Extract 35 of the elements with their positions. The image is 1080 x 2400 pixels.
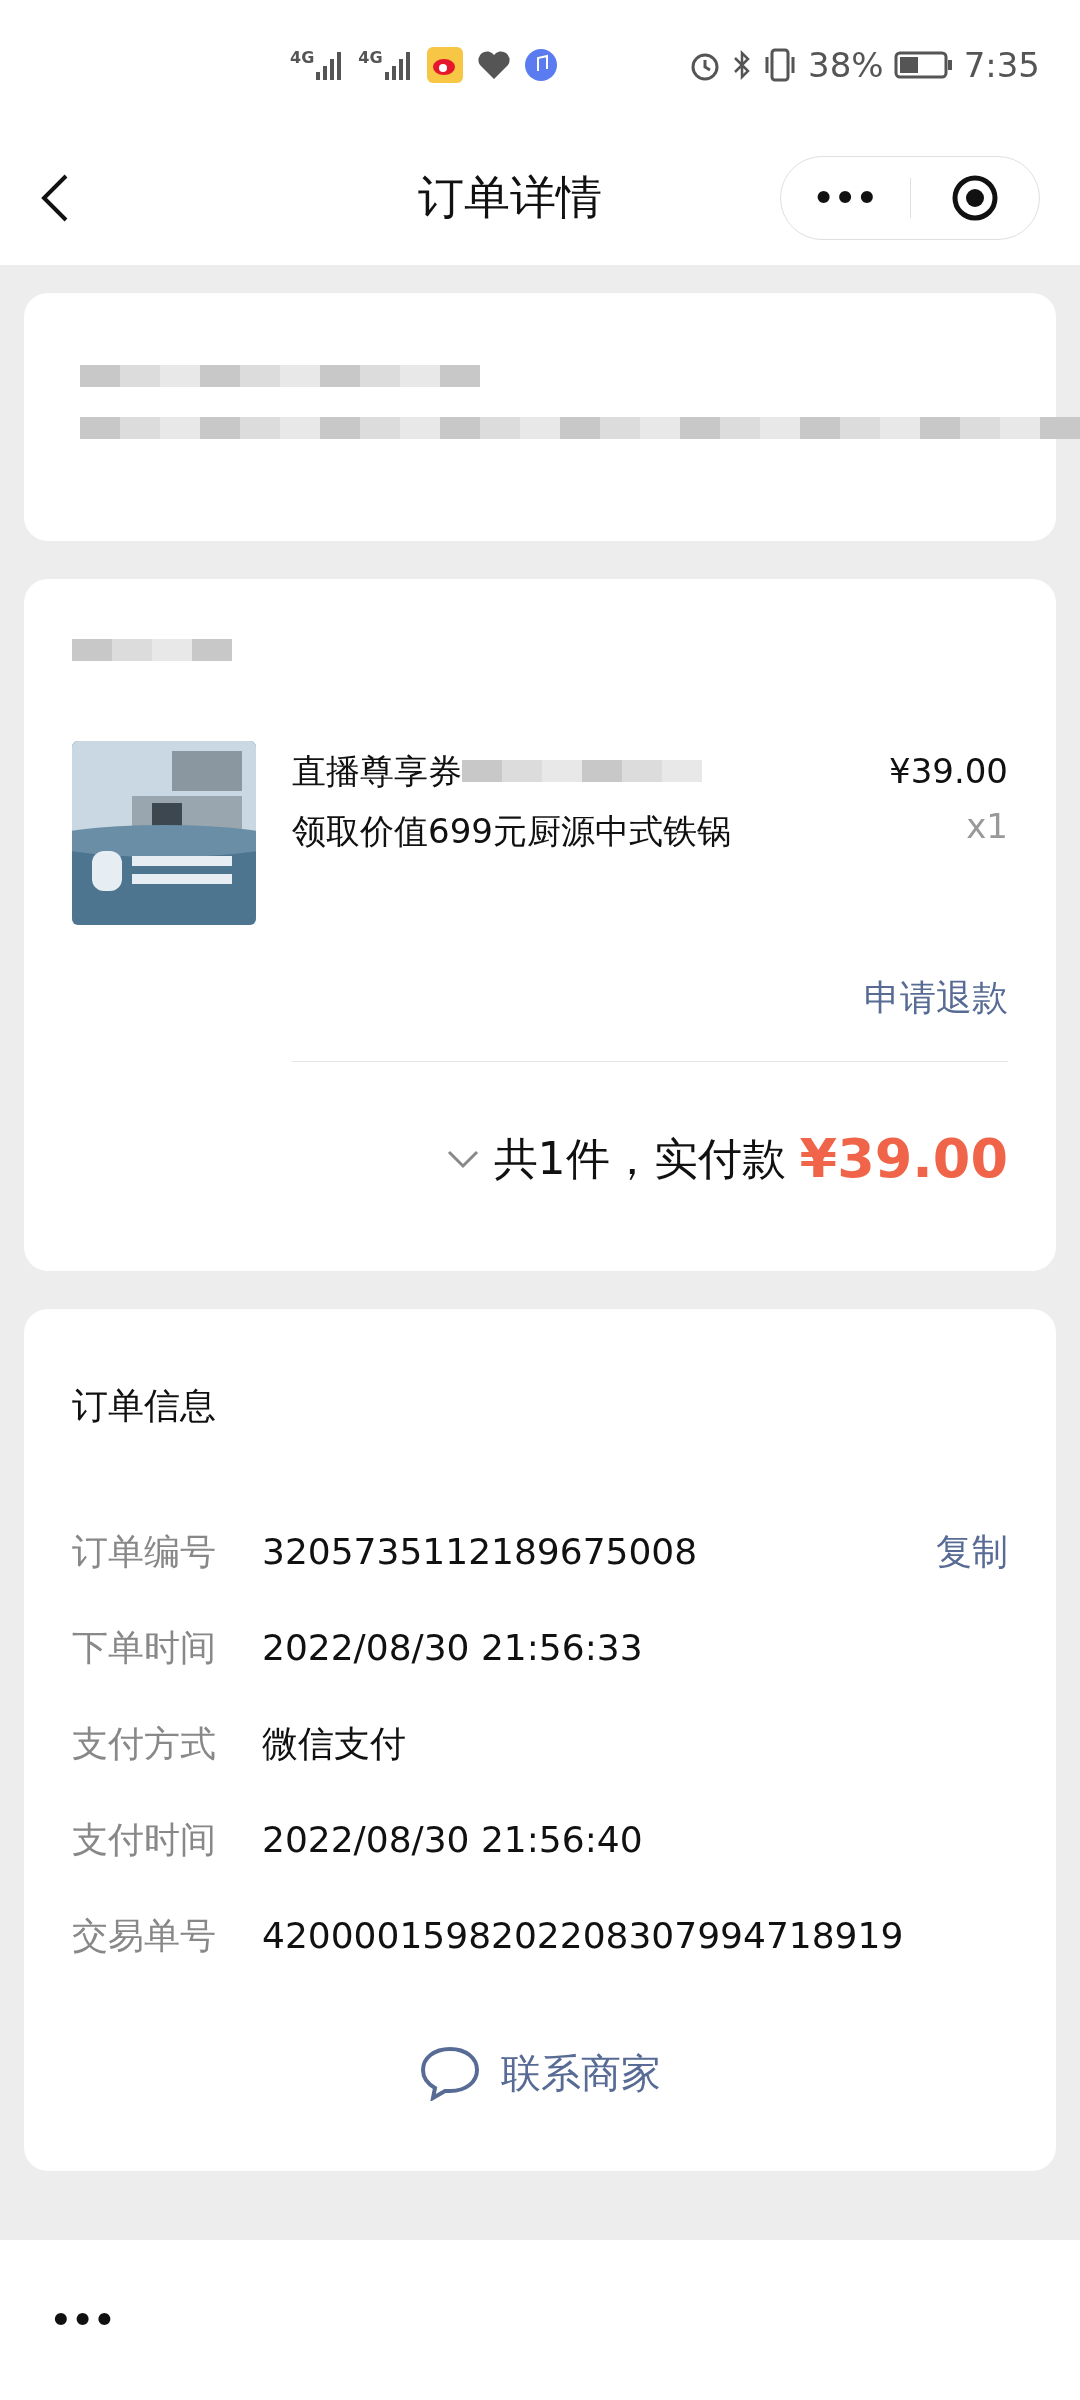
unit-price: ¥39.00 [889,750,1008,793]
product-title: 直播尊享券 [292,750,462,793]
battery-percent: 38% [808,43,884,87]
more-button[interactable]: ••• [781,180,910,215]
field-label: 交易单号 [72,1914,217,1958]
field-value: 2022/08/30 21:56:33 [262,1626,644,1670]
battery-icon [893,50,954,80]
chat-bubble-icon [419,2045,481,2101]
field-value: 4200001598202208307994718919 [262,1914,905,1958]
quantity: x1 [966,805,1008,848]
signal-icon [384,50,413,80]
heart-icon [476,50,511,80]
product-title: 领取价值699元厨源中式铁锅 [292,810,732,853]
back-icon[interactable] [40,172,70,223]
field-value: 微信支付 [262,1722,407,1766]
order-summary: 共1件，实付款 [493,1131,786,1186]
field-label: 订单编号 [72,1530,217,1574]
section-title: 订单信息 [72,1384,217,1428]
network-label: 4G [290,50,315,66]
close-target-icon[interactable] [950,173,999,222]
network-label: 4G [358,50,383,66]
field-label: 支付时间 [72,1818,217,1862]
refund-link[interactable]: 申请退款 [864,971,1008,1025]
contact-merchant-button[interactable]: 联系商家 [419,2043,661,2103]
more-button[interactable]: ••• [50,2294,116,2346]
chevron-down-icon[interactable] [445,1148,480,1169]
field-label: 支付方式 [72,1722,217,1766]
page-title: 订单详情 [418,169,602,226]
field-value: 2022/08/30 21:56:40 [262,1818,644,1862]
field-value: 3205735112189675008 [262,1530,699,1574]
copy-link[interactable]: 复制 [936,1525,1008,1579]
eye-app-icon [426,47,463,83]
field-label: 下单时间 [72,1626,217,1670]
total-price: ¥39.00 [799,1126,1008,1192]
clock-time: 7:35 [963,43,1040,87]
